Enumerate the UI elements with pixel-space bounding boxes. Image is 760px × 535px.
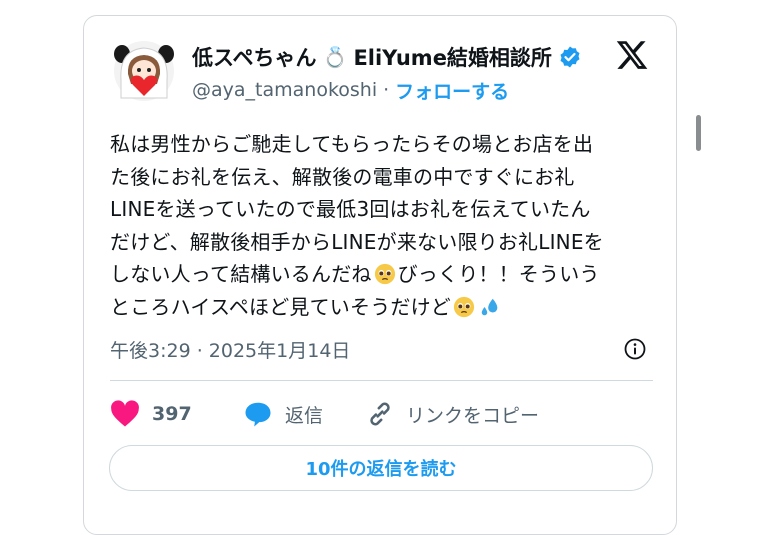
tweet-timestamp[interactable]: 午後3:29 · 2025年1月14日 [110,335,350,363]
tweet-line-text: ところハイスペほど見ていそうだけど [110,294,451,319]
info-icon[interactable] [623,337,647,361]
tweet-line: た後にお礼を伝え、解散後の電車の中ですぐにお礼 [110,164,575,189]
pleading-face-icon [453,296,475,317]
ring-emoji-icon: 💍 [322,45,348,69]
separator-dot: · [383,79,390,101]
tweet-line: ところハイスペほど見ていそうだけど [110,291,660,324]
read-replies-label: 10件の返信を読む [305,459,457,480]
heart-icon [111,400,139,427]
like-button[interactable]: 397 [110,396,192,432]
verified-badge-icon [560,46,580,68]
author-name-suffix: EliYume結婚相談所 [353,46,552,70]
follow-button[interactable]: フォローする [395,77,509,104]
read-replies-button[interactable]: 10件の返信を読む [109,445,653,491]
author-handle-row: @aya_tamanokoshi · フォローする [192,76,509,104]
pleading-face-icon [374,263,395,285]
author-handle[interactable]: @aya_tamanokoshi [192,79,377,101]
x-logo-icon[interactable] [614,38,650,72]
reply-button[interactable]: 返信 [243,396,323,432]
tweet-line: LINEを送っていたので最低3回はお礼を伝えていたん [110,197,591,221]
reply-label: 返信 [285,404,324,427]
author-name[interactable]: 低スペちゃん 💍 EliYume結婚相談所 [192,40,582,74]
divider [110,380,653,381]
author-name-prefix: 低スペちゃん [192,46,317,70]
tweet-line-text: しない人って結構いるんだね [110,262,372,286]
copy-link-button[interactable]: リンクをコピー [366,396,539,432]
tweet-line: だけど、解散後相手からLINEが来ない限りお礼LINEを [110,229,604,254]
copy-link-label: リンクをコピー [406,404,540,427]
tweet-line: しない人って結構いるんだね びっくり！！そういう [110,258,660,291]
tweet-actions: 397 返信 リンクをコピー [110,396,653,432]
tweet-line-text: びっくり！！そういう [397,262,600,286]
link-icon [370,402,390,426]
tweet-line: 私は男性からご馳走してもらったらその場とお店を出 [110,132,594,156]
like-count: 397 [152,403,192,425]
page-scrollbar[interactable] [696,115,701,151]
reply-bubble-icon [245,402,271,427]
tweet-text: 私は男性からご馳走してもらったらその場とお店を出 た後にお礼を伝え、解散後の電車… [110,128,660,323]
avatar[interactable] [113,40,175,102]
sweat-droplets-icon [481,298,498,315]
